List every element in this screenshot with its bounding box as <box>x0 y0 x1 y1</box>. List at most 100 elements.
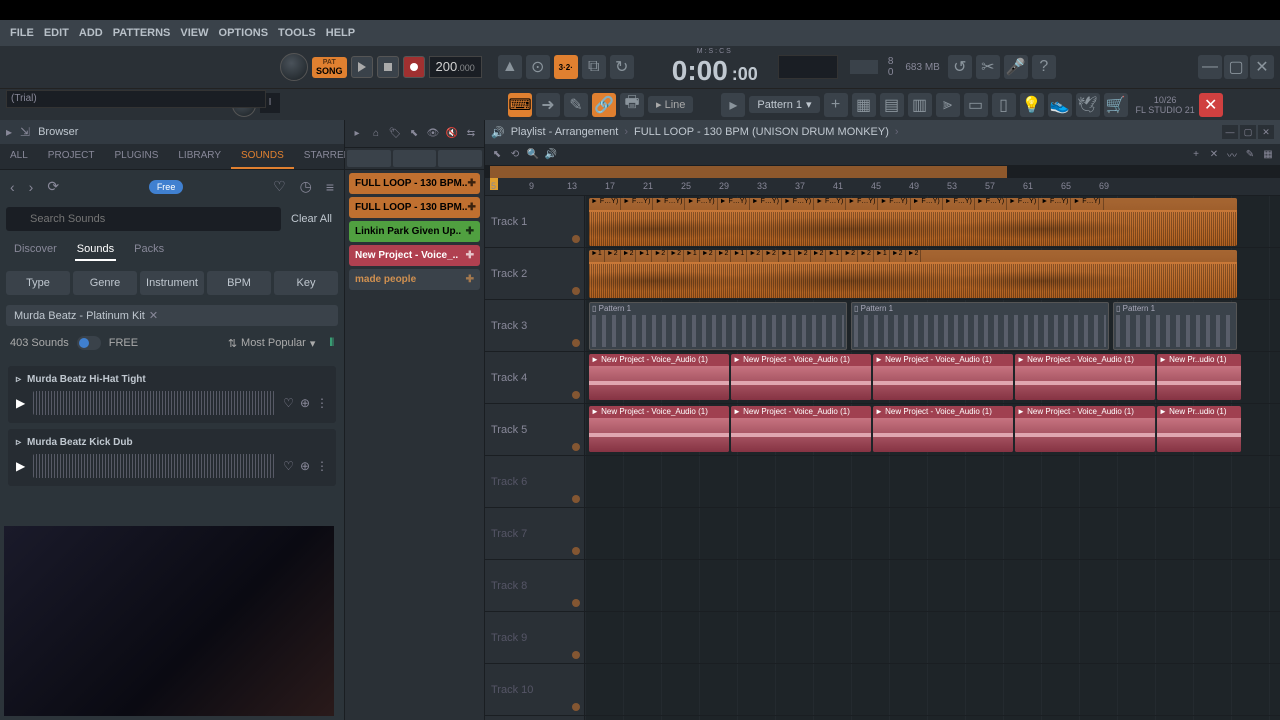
tab-project[interactable]: PROJECT <box>38 144 105 169</box>
sound-item[interactable]: ▹Murda Beatz Hi-Hat Tight ▶ ♡ ⊕ ⋮ <box>8 366 336 423</box>
track-lane[interactable] <box>585 560 1280 611</box>
free-badge[interactable]: Free <box>149 180 184 194</box>
tool-idea-icon[interactable]: 💡 <box>1020 93 1044 117</box>
track-lane[interactable] <box>585 456 1280 507</box>
menu-help[interactable]: HELP <box>322 25 359 41</box>
waveform-icon[interactable]: ⫴ <box>329 337 334 350</box>
tool-bird-icon[interactable]: 🕊 <box>1076 93 1100 117</box>
mic-icon[interactable]: 🎤 <box>1004 55 1028 79</box>
nav-back-icon[interactable]: ‹ <box>6 177 19 197</box>
filter-instrument[interactable]: Instrument <box>140 271 204 295</box>
tab-all[interactable]: ALL <box>0 144 38 169</box>
cut-icon[interactable]: ✂ <box>976 55 1000 79</box>
add-icon[interactable]: ⊕ <box>300 396 310 410</box>
speaker-icon[interactable]: 🔊 <box>491 126 505 139</box>
snap-select[interactable]: ▸ Line <box>648 96 693 113</box>
pl-wave-icon[interactable]: 〰 <box>1224 147 1240 163</box>
view-piano-icon[interactable]: ▤ <box>880 93 904 117</box>
track-header[interactable]: Track 9 <box>485 612 585 663</box>
menu-add[interactable]: ADD <box>75 25 107 41</box>
pattern-selector[interactable]: Pattern 1 ▾ <box>749 96 819 113</box>
track-lane[interactable]: ► New Project - Voice_Audio (1)► New Pro… <box>585 404 1280 455</box>
track-header[interactable]: Track 4 <box>485 352 585 403</box>
playlist-track[interactable]: Track 10 <box>485 664 1280 716</box>
stop-button[interactable] <box>377 56 399 78</box>
pl-min-icon[interactable]: — <box>1222 125 1238 139</box>
view-browser-icon[interactable]: ▭ <box>964 93 988 117</box>
add-icon[interactable]: ⊕ <box>300 459 310 473</box>
play-preview-icon[interactable]: ▶ <box>16 396 25 410</box>
close-panel-icon[interactable]: ✕ <box>1199 93 1223 117</box>
track-header[interactable]: Track 7 <box>485 508 585 559</box>
track-lane[interactable]: ▯ Pattern 1▯ Pattern 1▯ Pattern 1 <box>585 300 1280 351</box>
track-header[interactable]: Track 3 <box>485 300 585 351</box>
picker-play-icon[interactable]: ▸ <box>349 126 365 142</box>
pattern-item[interactable]: FULL LOOP - 130 BPM..✚ <box>349 173 480 194</box>
track-header[interactable]: Track 11 <box>485 716 585 720</box>
playlist-track[interactable]: Track 11 <box>485 716 1280 720</box>
free-toggle[interactable] <box>77 336 101 350</box>
help-icon[interactable]: ? <box>1032 55 1056 79</box>
playlist-track[interactable]: Track 1 ► F…Y)► F…Y)► F…Y)► F…Y)► F…Y)► … <box>485 196 1280 248</box>
mode-3[interactable] <box>438 150 482 167</box>
pl-del-icon[interactable]: ✕ <box>1206 147 1222 163</box>
track-header[interactable]: Track 5 <box>485 404 585 455</box>
pattern-item[interactable]: Linkin Park Given Up..✚ <box>349 221 480 242</box>
picker-mute-icon[interactable]: 🔇 <box>444 126 460 142</box>
nav-fwd-icon[interactable]: › <box>25 177 38 197</box>
clock-icon[interactable]: ◷ <box>296 176 316 197</box>
filter-tag[interactable]: Murda Beatz - Platinum Kit✕ <box>6 305 338 326</box>
step-mode-icon[interactable]: ⧉ <box>582 55 606 79</box>
filter-key[interactable]: Key <box>274 271 338 295</box>
fav-icon[interactable]: ♡ <box>283 396 294 410</box>
playlist-track[interactable]: Track 2 ►1►2►2►1►2►2►1►2►2►1►2►2►1►2►2►1… <box>485 248 1280 300</box>
picker-home-icon[interactable]: ⌂ <box>368 126 384 142</box>
track-header[interactable]: Track 2 <box>485 248 585 299</box>
playlist-track[interactable]: Track 4 ► New Project - Voice_Audio (1) ►… <box>485 352 1280 404</box>
menu-file[interactable]: FILE <box>6 25 38 41</box>
tab-sounds[interactable]: SOUNDS <box>231 144 294 169</box>
pattern-clip[interactable]: ▯ Pattern 1 <box>1113 302 1237 350</box>
playlist-titlebar[interactable]: 🔊 Playlist - Arrangement › FULL LOOP - 1… <box>485 120 1280 144</box>
menu-tools[interactable]: TOOLS <box>274 25 320 41</box>
playlist-track[interactable]: Track 9 <box>485 612 1280 664</box>
search-input[interactable] <box>6 207 281 231</box>
track-lane[interactable] <box>585 612 1280 663</box>
undo-icon[interactable]: ↺ <box>948 55 972 79</box>
more-icon[interactable]: ⋮ <box>316 459 328 473</box>
audio-clip[interactable]: ► New Project - Voice_Audio (1) <box>1015 354 1155 400</box>
record-button[interactable] <box>403 56 425 78</box>
play-preview-icon[interactable]: ▶ <box>16 459 25 473</box>
play-button[interactable] <box>351 56 373 78</box>
pl-grid-icon[interactable]: ▦ <box>1260 147 1276 163</box>
pattern-item[interactable]: made people✚ <box>349 269 480 290</box>
print-icon[interactable]: 🖶 <box>620 93 644 117</box>
playlist-ruler[interactable]: 59131721252933374145495357616569 <box>485 178 1280 196</box>
view-plugin-icon[interactable]: ▯ <box>992 93 1016 117</box>
song-pat-toggle[interactable]: PAT SONG <box>312 57 347 78</box>
menu-patterns[interactable]: PATTERNS <box>109 25 175 41</box>
loop-rec-icon[interactable]: ↻ <box>610 55 634 79</box>
pattern-item[interactable]: FULL LOOP - 130 BPM..✚ <box>349 197 480 218</box>
pl-snap-icon[interactable]: 🔊 <box>543 147 559 163</box>
playlist-track[interactable]: Track 7 <box>485 508 1280 560</box>
pl-max-icon[interactable]: ▢ <box>1240 125 1256 139</box>
tempo-display[interactable]: 200.000 <box>429 56 482 78</box>
time-display[interactable]: 0:00:00 <box>672 55 758 87</box>
track-header[interactable]: Track 6 <box>485 456 585 507</box>
playlist-tracks[interactable]: Track 1 ► F…Y)► F…Y)► F…Y)► F…Y)► F…Y)► … <box>485 196 1280 720</box>
fav-icon[interactable]: ♡ <box>283 459 294 473</box>
filter-genre[interactable]: Genre <box>73 271 137 295</box>
menu-options[interactable]: OPTIONS <box>215 25 273 41</box>
audio-clip[interactable]: ►1►2►2►1►2►2►1►2►2►1►2►2►1►2►2►1►2►2►1►2… <box>589 250 1237 298</box>
menu-icon[interactable]: ≡ <box>322 177 338 197</box>
pattern-clip[interactable]: ▯ Pattern 1 <box>851 302 1109 350</box>
wait-input-icon[interactable]: 3·2· <box>554 55 578 79</box>
export-icon[interactable]: ➜ <box>536 93 560 117</box>
track-header[interactable]: Track 8 <box>485 560 585 611</box>
menu-view[interactable]: VIEW <box>176 25 212 41</box>
audio-clip[interactable]: ► New Project - Voice_Audio (1) <box>731 354 871 400</box>
view-playlist-icon[interactable]: ▦ <box>852 93 876 117</box>
audio-clip[interactable]: ► New Project - Voice_Audio (1) <box>873 406 1013 452</box>
track-lane[interactable] <box>585 508 1280 559</box>
